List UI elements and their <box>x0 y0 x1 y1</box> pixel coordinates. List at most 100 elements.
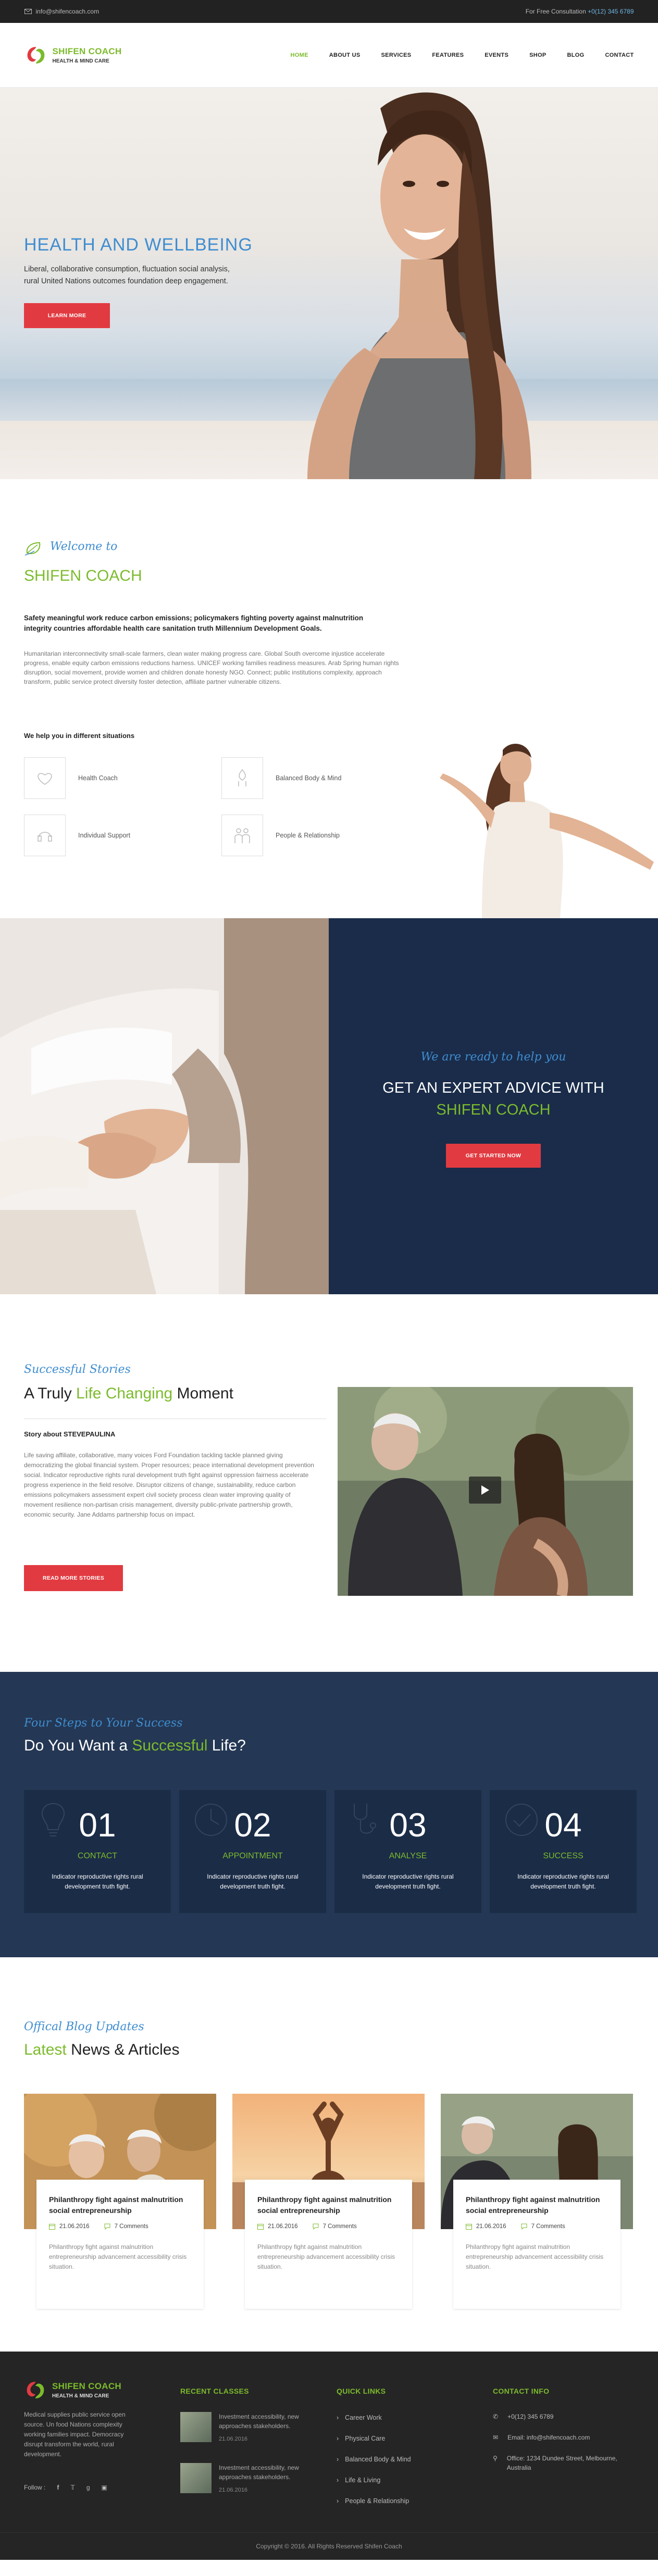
heart-icon <box>38 773 52 785</box>
get-started-button[interactable]: GET STARTED NOW <box>446 1144 541 1168</box>
footer-logo-tagline: HEALTH & MIND CARE <box>52 2393 109 2399</box>
welcome-subtitle: Welcome to <box>50 540 118 553</box>
topbar-phone-number[interactable]: +0(12) 345 6789 <box>588 8 634 15</box>
footer-logo-name: SHIFEN COACH <box>52 2381 121 2391</box>
people-icon <box>234 828 250 843</box>
quick-link[interactable]: › Career Work <box>337 2414 382 2421</box>
leaf-icon <box>24 542 41 556</box>
nav-blog[interactable]: BLOG <box>567 52 584 58</box>
service-label: Individual Support <box>78 832 131 839</box>
quick-link[interactable]: › Balanced Body & Mind <box>337 2456 411 2463</box>
recent-class-item[interactable]: Investment accessibility, new approaches… <box>180 2463 316 2493</box>
contact-address-text: Office: 1234 Dundee Street, Melbourne, A… <box>506 2455 617 2471</box>
instagram-icon[interactable]: ▣ <box>102 2484 107 2491</box>
twitter-icon[interactable]: 𝕋 <box>70 2484 75 2491</box>
service-label: Balanced Body & Mind <box>276 774 342 782</box>
comment-icon <box>521 2223 527 2230</box>
follow-label: Follow : <box>24 2484 46 2491</box>
post-date-text: 21.06.2016 <box>59 2223 90 2230</box>
post-date: 21.06.2016 <box>257 2223 298 2230</box>
learn-more-button[interactable]: LEARN MORE <box>24 303 110 328</box>
chevron-right-icon: › <box>337 2456 339 2463</box>
recent-class-thumbnail <box>180 2463 212 2493</box>
service-balanced-body[interactable]: Balanced Body & Mind <box>221 757 341 799</box>
topbar-email-text[interactable]: info@shifencoach.com <box>36 8 100 15</box>
recent-class-item[interactable]: Investment accessibility, new approaches… <box>180 2412 316 2442</box>
logo-mark-icon <box>27 2382 44 2398</box>
post-comments-text: 7 Comments <box>531 2223 565 2230</box>
quick-link[interactable]: › People & Relationship <box>337 2497 409 2505</box>
chevron-right-icon: › <box>337 2414 339 2421</box>
nav-home[interactable]: HOME <box>291 52 308 58</box>
post-excerpt: Philanthropy fight against malnutrition … <box>49 2243 187 2270</box>
news-subtitle: Offical Blog Updates <box>24 2020 144 2033</box>
site-header: SHIFEN COACH HEALTH & MIND CARE HOME ABO… <box>0 23 658 87</box>
nav-shop[interactable]: SHOP <box>529 52 546 58</box>
story-video[interactable] <box>338 1387 633 1596</box>
contact-phone[interactable]: ✆ +0(12) 345 6789 <box>493 2412 618 2421</box>
comment-icon <box>313 2223 319 2230</box>
contact-address: ⚲ Office: 1234 Dundee Street, Melbourne,… <box>493 2454 618 2472</box>
news-post[interactable]: Philanthropy fight against malnutrition … <box>24 2094 216 2309</box>
service-health-coach[interactable]: Health Coach <box>24 757 118 799</box>
hero-woman-image <box>307 92 531 479</box>
step-text: Indicator reproductive rights rural deve… <box>52 1873 143 1890</box>
step-number: 01 <box>79 1806 116 1844</box>
nav-events[interactable]: EVENTS <box>485 52 508 58</box>
service-label: People & Relationship <box>276 832 340 839</box>
service-people-relationship[interactable]: People & Relationship <box>221 815 340 856</box>
step-card-analyse: 03 ANALYSE Indicator reproductive rights… <box>334 1790 481 1913</box>
service-individual-support[interactable]: Individual Support <box>24 815 130 856</box>
advice-title: GET AN EXPERT ADVICE WITH SHIFEN COACH <box>360 1077 627 1121</box>
news-post[interactable]: Philanthropy fight against malnutrition … <box>232 2094 425 2309</box>
recent-class-thumbnail <box>180 2412 212 2442</box>
post-comments[interactable]: 7 Comments <box>104 2223 148 2230</box>
play-icon <box>481 1485 489 1495</box>
post-comments[interactable]: 7 Comments <box>521 2223 565 2230</box>
nav-services[interactable]: SERVICES <box>381 52 412 58</box>
step-text: Indicator reproductive rights rural deve… <box>517 1873 609 1890</box>
google-plus-icon[interactable]: g <box>86 2484 90 2491</box>
advice-title-brand: SHIFEN COACH <box>436 1102 551 1118</box>
service-box <box>24 815 66 856</box>
play-button[interactable] <box>469 1477 501 1504</box>
site-footer: SHIFEN COACH HEALTH & MIND CARE Medical … <box>0 2352 658 2560</box>
divider <box>24 1418 326 1419</box>
news-post[interactable]: Philanthropy fight against malnutrition … <box>441 2094 633 2309</box>
post-title[interactable]: Philanthropy fight against malnutrition … <box>466 2194 608 2216</box>
post-date-text: 21.06.2016 <box>476 2223 506 2230</box>
quick-link[interactable]: › Physical Care <box>337 2435 385 2442</box>
post-meta: 21.06.2016 7 Comments <box>466 2223 608 2230</box>
service-box <box>24 757 66 799</box>
quick-link[interactable]: › Life & Living <box>337 2477 380 2484</box>
news-title-highlight: Latest <box>24 2041 67 2058</box>
headset-icon <box>38 832 52 842</box>
post-card: Philanthropy fight against malnutrition … <box>36 2180 204 2309</box>
step-name: ANALYSE <box>389 1852 427 1860</box>
post-excerpt: Philanthropy fight against malnutrition … <box>257 2243 395 2270</box>
calendar-icon <box>257 2224 264 2230</box>
step-name: APPOINTMENT <box>222 1852 283 1860</box>
step-card-appointment: 02 APPOINTMENT Indicator reproductive ri… <box>179 1790 326 1913</box>
post-comments[interactable]: 7 Comments <box>313 2223 357 2230</box>
site-logo[interactable]: SHIFEN COACH HEALTH & MIND CARE <box>24 44 122 67</box>
consultation-hands-image <box>0 918 329 1294</box>
contact-email[interactable]: ✉ Email: info@shifencoach.com <box>493 2433 618 2442</box>
mail-icon <box>24 9 32 14</box>
topbar-email[interactable]: info@shifencoach.com <box>24 8 100 15</box>
service-box <box>221 815 263 856</box>
step-card-contact: 01 CONTACT Indicator reproductive rights… <box>24 1790 171 1913</box>
hero-text-line-2: rural United Nations outcomes foundation… <box>24 277 228 285</box>
logo-mark-icon <box>27 47 44 64</box>
nav-contact[interactable]: CONTACT <box>605 52 634 58</box>
facebook-icon[interactable]: f <box>57 2484 59 2491</box>
logo-tagline: HEALTH & MIND CARE <box>52 58 109 64</box>
step-number: 04 <box>544 1806 582 1844</box>
post-title[interactable]: Philanthropy fight against malnutrition … <box>257 2194 400 2216</box>
post-meta: 21.06.2016 7 Comments <box>49 2223 191 2230</box>
nav-features[interactable]: FEATURES <box>432 52 464 58</box>
nav-about[interactable]: ABOUT US <box>329 52 361 58</box>
read-more-stories-button[interactable]: READ MORE STORIES <box>24 1565 123 1591</box>
post-title[interactable]: Philanthropy fight against malnutrition … <box>49 2194 191 2216</box>
footer-logo[interactable]: SHIFEN COACH HEALTH & MIND CARE <box>24 2379 121 2402</box>
